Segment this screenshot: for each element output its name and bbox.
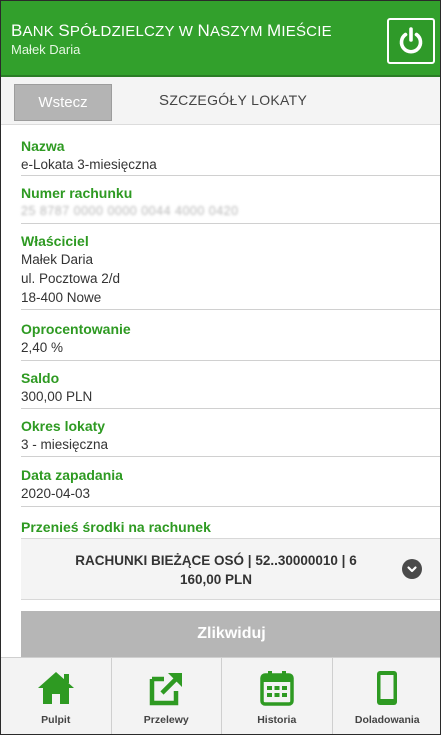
- bank-name-initial: N: [197, 21, 210, 40]
- field-value: Małek Daria: [21, 252, 94, 267]
- field-name: Nazwa e-Lokata 3-miesięczna: [1, 138, 440, 174]
- toolbar: Wstecz SZCZEGÓŁY LOKATY: [1, 77, 440, 125]
- field-value-blurred: 25 8787 0000 0000 0044 4000 0420: [21, 204, 239, 218]
- target-account-value: RACHUNKI BIEŻĄCE OSÓ | 52..30000010 | 6 …: [51, 551, 381, 589]
- nav-item-przelewy[interactable]: Przelewy: [112, 658, 222, 734]
- field-value: e-Lokata 3-miesięczna: [21, 157, 157, 172]
- field-label: Okres lokaty: [21, 418, 106, 434]
- field-value: 2020-04-03: [21, 486, 91, 501]
- logout-button[interactable]: [387, 18, 435, 64]
- bank-name-initial: B: [11, 21, 23, 40]
- divider: [21, 506, 440, 507]
- nav-item-pulpit[interactable]: Pulpit: [1, 658, 112, 734]
- app-frame: BANK SPÓŁDZIELCZY W NASZYM MIEŚCIE Małek…: [0, 0, 441, 735]
- divider: [21, 360, 440, 361]
- nav-label: Pulpit: [41, 714, 71, 726]
- back-button[interactable]: Wstecz: [14, 84, 112, 121]
- user-name: Małek Daria: [11, 42, 81, 57]
- liquidate-button[interactable]: Zlikwiduj: [21, 611, 440, 657]
- target-account-select[interactable]: RACHUNKI BIEŻĄCE OSÓ | 52..30000010 | 6 …: [21, 538, 440, 600]
- field-owner: Właściciel Małek Daria ul. Pocztowa 2/d …: [1, 233, 440, 307]
- bank-name-part: ANK: [22, 23, 54, 40]
- nav-item-historia[interactable]: Historia: [222, 658, 333, 734]
- target-account-line: RACHUNKI BIEŻĄCE OSÓ | 52..30000010 | 6: [75, 553, 357, 568]
- divider: [21, 175, 440, 176]
- bottom-nav: Pulpit Przelewy Historia Doladowania: [1, 657, 441, 734]
- field-label: Saldo: [21, 370, 60, 386]
- home-icon: [36, 668, 76, 708]
- field-label: Data zapadania: [21, 467, 123, 483]
- calendar-icon: [257, 668, 297, 708]
- chevron-down-icon[interactable]: [402, 559, 422, 579]
- field-label: Właściciel: [21, 233, 89, 249]
- bank-name-part: ASZYM: [209, 23, 263, 40]
- divider: [21, 309, 440, 310]
- field-label: Numer rachunku: [21, 185, 133, 201]
- field-account-number: Numer rachunku 25 8787 0000 0000 0044 40…: [1, 185, 440, 221]
- field-label: Nazwa: [21, 138, 65, 154]
- field-interest: Oprocentowanie 2,40 %: [1, 321, 440, 357]
- transfer-arrow-icon: [146, 668, 186, 708]
- bank-name-part: IEŚCIE: [281, 23, 332, 40]
- nav-item-doladowania[interactable]: Doladowania: [333, 658, 441, 734]
- field-maturity: Data zapadania 2020-04-03: [1, 467, 440, 503]
- nav-label: Doladowania: [354, 714, 420, 726]
- power-icon: [399, 27, 423, 54]
- nav-label: Przelewy: [143, 714, 189, 726]
- divider: [21, 408, 440, 409]
- divider: [21, 456, 440, 457]
- field-value: 300,00 PLN: [21, 389, 93, 404]
- bank-name: BANK SPÓŁDZIELCZY W NASZYM MIEŚCIE: [11, 21, 332, 41]
- bank-name-initial: M: [267, 21, 282, 40]
- phone-icon: [367, 668, 407, 708]
- page-title-rest: ZCZEGÓŁY LOKATY: [169, 92, 308, 108]
- field-period: Okres lokaty 3 - miesięczna: [1, 418, 440, 454]
- target-account-line: 160,00 PLN: [179, 572, 253, 587]
- nav-label: Historia: [257, 714, 297, 726]
- field-balance: Saldo 300,00 PLN: [1, 370, 440, 406]
- app-header: BANK SPÓŁDZIELCZY W NASZYM MIEŚCIE Małek…: [1, 1, 440, 77]
- field-label: Oprocentowanie: [21, 321, 131, 337]
- page-title: SZCZEGÓŁY LOKATY: [159, 92, 307, 109]
- field-value: 2,40 %: [21, 340, 64, 355]
- bank-name-part: PÓŁDZIELCZY W: [69, 23, 194, 40]
- field-value: ul. Pocztowa 2/d: [21, 271, 121, 286]
- page-title-initial: S: [159, 92, 170, 109]
- field-value: 3 - miesięczna: [21, 437, 109, 452]
- field-value: 18-400 Nowe: [21, 290, 102, 305]
- divider: [21, 223, 440, 224]
- transfer-target-label: Przenieś środki na rachunek: [21, 519, 211, 535]
- bank-name-initial: S: [58, 21, 70, 40]
